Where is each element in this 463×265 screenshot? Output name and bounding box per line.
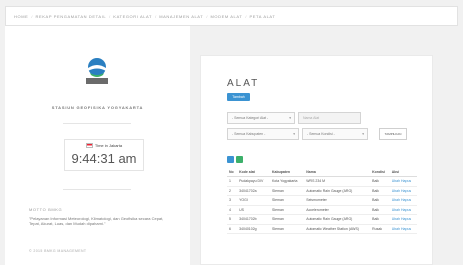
table-cell: 34040102g xyxy=(237,224,270,234)
print-icon[interactable] xyxy=(236,156,243,163)
table-cell: Seismometer xyxy=(304,195,371,206)
table-row: 5 34041702b Sleman Automatic Rain Gauge … xyxy=(227,214,417,225)
divider xyxy=(63,189,131,190)
table-cell: Baik xyxy=(370,195,390,206)
table-cell: Sleman xyxy=(269,205,305,215)
table-cell: WRS 234 M xyxy=(304,176,371,187)
row-actions-link[interactable]: Ubah Hapus xyxy=(389,186,417,196)
clock-widget: Time in Jakarta 9:44:31 am xyxy=(64,139,144,171)
column-header: Kondisi xyxy=(370,168,390,177)
table-cell: 34041702b xyxy=(237,214,270,225)
motto-title: MOTTO BMKG xyxy=(29,207,63,212)
table-cell: 2 xyxy=(227,186,238,196)
clock-time: 9:44:31 am xyxy=(71,151,137,166)
table-cell: 4 xyxy=(227,205,238,215)
nav-item-rekap[interactable]: REKAP PENGAMATAN DETAIL xyxy=(36,14,107,19)
row-actions-link[interactable]: Ubah Hapus xyxy=(389,224,417,234)
table-cell: 34041702a xyxy=(237,186,270,196)
table-cell: Baik xyxy=(370,176,390,187)
table-row: 1 Pudakpayu DIV Kota Yogyakarta WRS 234 … xyxy=(227,176,417,187)
nav-separator: / xyxy=(31,13,33,19)
column-header: Kabupaten xyxy=(269,168,305,177)
table-row: 6 34040102g Sleman Automatic Weather Sta… xyxy=(227,224,417,234)
table-cell: Automatic Weather Station (AWS) xyxy=(304,224,371,234)
sidebar: STASIUN GEOFISIKA YOGYAKARTA Time in Jak… xyxy=(5,26,190,265)
table-row: 3 YOGI Sleman Seismometer Baik Ubah Hapu… xyxy=(227,195,417,206)
row-actions-link[interactable]: Ubah Hapus xyxy=(389,176,417,187)
nav-item-home[interactable]: HOME xyxy=(14,14,28,19)
indonesia-flag-icon xyxy=(85,143,93,149)
table-cell: Kota Yogyakarta xyxy=(269,176,305,187)
table-header-row: No Kode alat Kabupaten Nama Kondisi Aksi xyxy=(227,168,417,177)
condition-select[interactable]: - Semua Kondisi - ▾ xyxy=(302,128,368,140)
table-cell: YOGI xyxy=(237,195,270,206)
nav-item-kategori-alat[interactable]: KATEGORI ALAT xyxy=(113,14,152,19)
table-cell: Pudakpayu DIV xyxy=(237,176,270,187)
column-header: Aksi xyxy=(389,168,417,177)
table-cell: US xyxy=(237,205,270,215)
table-cell: Accelerometer xyxy=(304,205,371,215)
table-cell: Sleman xyxy=(269,214,305,225)
name-search-input[interactable]: Nama Alat xyxy=(298,112,361,124)
chevron-down-icon: ▾ xyxy=(293,132,295,136)
row-actions-link[interactable]: Ubah Hapus xyxy=(389,205,417,215)
nav-separator: / xyxy=(155,13,157,19)
divider xyxy=(63,123,131,124)
table-cell: 6 xyxy=(227,224,238,234)
column-header: Kode alat xyxy=(237,168,270,177)
table-cell: Automatic Rain Gauge (ARG) xyxy=(304,214,371,225)
nav-separator: / xyxy=(245,13,247,19)
column-header: Nama xyxy=(304,168,371,177)
nav-separator: / xyxy=(109,13,111,19)
nav-separator: / xyxy=(206,13,208,19)
export-icon[interactable] xyxy=(227,156,234,163)
station-name: STASIUN GEOFISIKA YOGYAKARTA xyxy=(51,105,144,110)
table-cell: Sleman xyxy=(269,195,305,206)
table-cell: Baik xyxy=(370,186,390,196)
table-cell: Sleman xyxy=(269,186,305,196)
table-cell: Rusak xyxy=(370,224,390,234)
table-cell: Baik xyxy=(370,205,390,215)
table-row: 4 US Sleman Accelerometer Baik Ubah Hapu… xyxy=(227,205,417,215)
category-select[interactable]: - Semua Kategori Alat - ▾ xyxy=(227,112,295,124)
chevron-down-icon: ▾ xyxy=(362,132,364,136)
table-cell: 5 xyxy=(227,214,238,225)
chevron-down-icon: ▾ xyxy=(289,116,291,120)
column-header: No xyxy=(227,168,238,177)
timezone-label: Time in Jakarta xyxy=(65,143,143,149)
top-navigation: HOME / REKAP PENGAMATAN DETAIL / KATEGOR… xyxy=(5,6,458,26)
nav-item-modem-alat[interactable]: MODEM ALAT xyxy=(210,14,242,19)
nav-item-manajemen-alat[interactable]: MANAJEMEN ALAT xyxy=(159,14,203,19)
table-cell: Sleman xyxy=(269,224,305,234)
footer-text: © 2015 BMKG MANAGEMENT xyxy=(29,249,87,253)
equipment-table: No Kode alat Kabupaten Nama Kondisi Aksi… xyxy=(227,168,417,234)
bmkg-logo xyxy=(86,58,108,84)
add-button[interactable]: Tambah xyxy=(227,93,250,101)
search-button[interactable]: TAMPILKAN xyxy=(379,128,407,140)
table-row: 2 34041702a Sleman Automatic Rain Gauge … xyxy=(227,186,417,196)
table-cell: 3 xyxy=(227,195,238,206)
table-cell: Automatic Rain Gauge (ARG) xyxy=(304,186,371,196)
table-cell: 1 xyxy=(227,176,238,187)
row-actions-link[interactable]: Ubah Hapus xyxy=(389,214,417,225)
district-select[interactable]: - Semua Kabupaten - ▾ xyxy=(227,128,299,140)
row-actions-link[interactable]: Ubah Hapus xyxy=(389,195,417,206)
main-card: ALAT Tambah - Semua Kategori Alat - ▾ Nam… xyxy=(200,55,433,265)
nav-item-peta-alat[interactable]: PETA ALAT xyxy=(250,14,276,19)
motto-text: "Pelayanan Informasi Meteorologi, Klimat… xyxy=(29,216,164,226)
page-title: ALAT xyxy=(227,78,260,89)
table-cell: Baik xyxy=(370,214,390,225)
